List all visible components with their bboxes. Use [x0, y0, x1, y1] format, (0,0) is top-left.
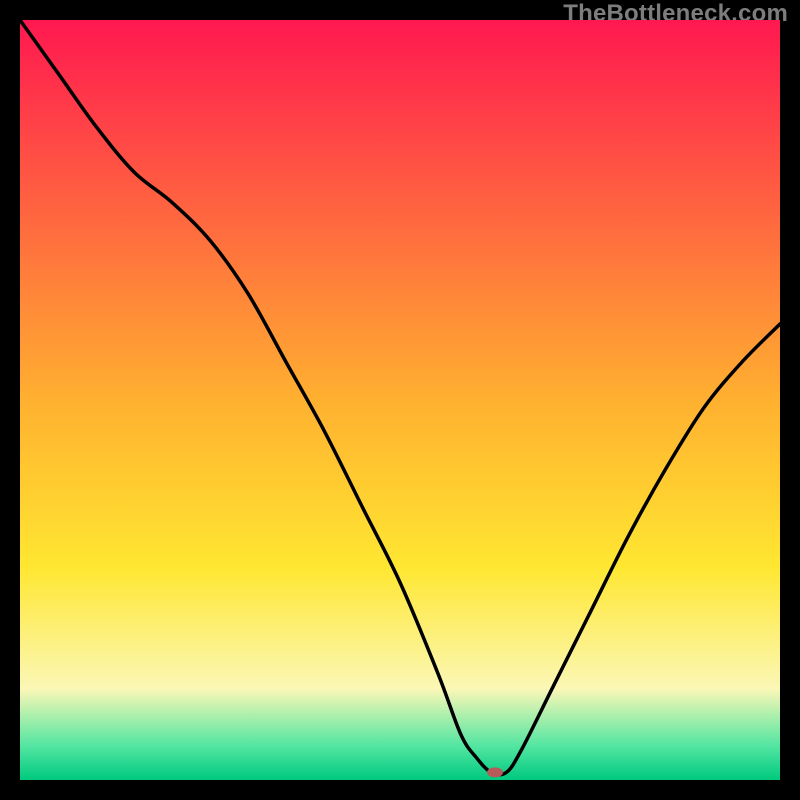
chart-stage: TheBottleneck.com: [0, 0, 800, 800]
bottleneck-chart: [20, 20, 780, 780]
background-gradient: [20, 20, 780, 780]
minimum-marker: [487, 767, 503, 777]
